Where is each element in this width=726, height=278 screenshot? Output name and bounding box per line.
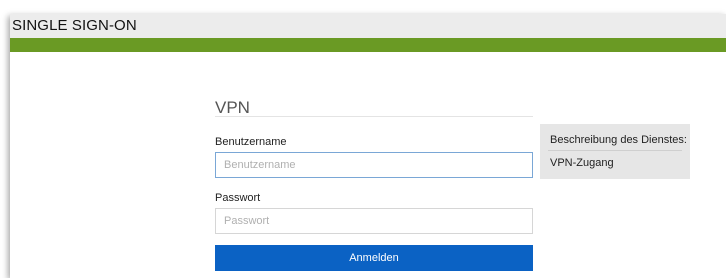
- service-description-label: Beschreibung des Dienstes:: [550, 134, 687, 146]
- login-button[interactable]: Anmelden: [215, 245, 533, 271]
- service-title: VPN: [215, 98, 250, 117]
- service-description-value: VPN-Zugang: [550, 157, 614, 169]
- title-divider: [215, 116, 533, 117]
- password-label: Passwort: [215, 192, 261, 204]
- description-divider: [548, 150, 682, 151]
- username-input[interactable]: [215, 152, 533, 178]
- browser-window: SINGLE SIGN-ON VPN Benutzername Passwort…: [0, 0, 726, 278]
- page-header: SINGLE SIGN-ON: [10, 14, 726, 38]
- sso-page: SINGLE SIGN-ON VPN Benutzername Passwort…: [10, 14, 726, 278]
- page-title: SINGLE SIGN-ON: [12, 17, 137, 34]
- service-description-panel: Beschreibung des Dienstes: VPN-Zugang: [540, 124, 690, 179]
- password-input[interactable]: [215, 208, 533, 234]
- accent-bar: [10, 38, 726, 52]
- username-label: Benutzername: [215, 136, 287, 148]
